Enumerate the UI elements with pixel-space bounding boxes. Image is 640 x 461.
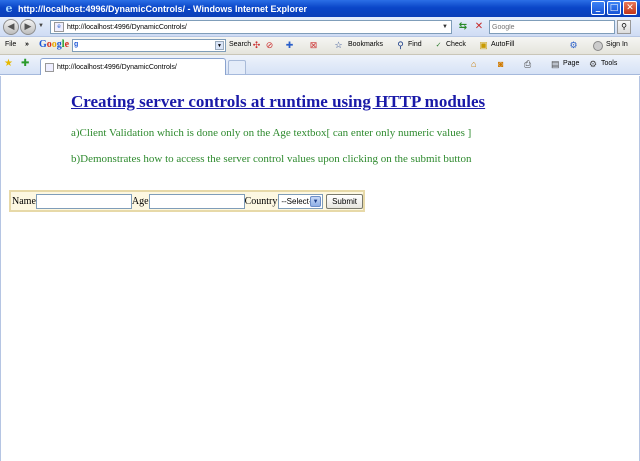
page-menu[interactable]: Page <box>563 60 579 67</box>
add-favorite-icon[interactable]: ✚ <box>21 58 29 69</box>
autofill-button[interactable]: AutoFill <box>491 41 514 48</box>
refresh-button[interactable]: ⇆ <box>456 20 470 34</box>
google-search-dropdown-icon[interactable]: ▼ <box>215 41 224 50</box>
tab-page-icon <box>45 62 54 72</box>
country-label: Country <box>244 195 278 207</box>
forward-button[interactable]: ▶ <box>20 19 36 35</box>
submit-button[interactable]: Submit <box>326 193 363 209</box>
recent-pages-dropdown-icon[interactable]: ▼ <box>38 23 44 29</box>
country-selected-value: --Select-- <box>281 196 315 206</box>
window-controls: _ □ ✕ <box>591 1 637 15</box>
address-url[interactable]: http://localhost:4996/DynamicControls/ <box>67 24 187 31</box>
google-logo: Google <box>39 39 70 50</box>
plus-icon[interactable]: ✚ <box>284 40 295 51</box>
tools-gear-icon[interactable]: ⚙ <box>589 59 597 70</box>
address-dropdown-icon[interactable]: ▼ <box>440 22 450 32</box>
google-g-button[interactable]: g <box>74 41 91 50</box>
address-bar[interactable]: e http://localhost:4996/DynamicControls/… <box>50 20 452 34</box>
address-toolbar: ◀ ▶ ▼ e http://localhost:4996/DynamicCon… <box>0 17 640 37</box>
find-button[interactable]: Find <box>408 41 422 48</box>
google-search-field[interactable]: g ▼ <box>72 39 226 52</box>
name-label: Name <box>12 195 36 207</box>
wrench-icon[interactable]: ⚙ <box>568 40 579 51</box>
page-content: Creating server controls at runtime usin… <box>0 76 640 461</box>
check-button[interactable]: Check <box>446 41 466 48</box>
page-heading: Creating server controls at runtime usin… <box>71 92 486 111</box>
news-icon[interactable]: ⊠ <box>308 40 319 51</box>
sign-in-button[interactable]: Sign In <box>606 41 628 48</box>
find-icon[interactable]: ⚲ <box>395 40 406 51</box>
description-b: b)Demonstrates how to access the server … <box>71 153 472 165</box>
page-icon-menu[interactable]: ▤ <box>551 59 560 70</box>
window-title: http://localhost:4996/DynamicControls/ -… <box>18 3 307 14</box>
search-box[interactable] <box>489 20 615 34</box>
print-icon[interactable]: ⎙ <box>524 59 531 70</box>
bookmarks-button[interactable]: Bookmarks <box>348 41 383 48</box>
sign-in-icon <box>593 41 603 51</box>
file-menu[interactable]: File <box>5 41 16 48</box>
age-label: Age <box>131 195 149 207</box>
popup-blocker-icon[interactable]: ⊘ <box>264 40 275 51</box>
tools-menu[interactable]: Tools <box>601 60 617 67</box>
search-input[interactable] <box>490 21 600 33</box>
stop-button[interactable]: ✕ <box>472 20 486 34</box>
highlight-icon[interactable]: ✣ <box>251 40 262 51</box>
age-input[interactable] <box>148 193 245 209</box>
tab-bar: ★ ✚ http://localhost:4996/DynamicControl… <box>0 55 640 75</box>
bookmark-star-icon[interactable]: ☆ <box>333 40 344 51</box>
active-tab[interactable]: http://localhost:4996/DynamicControls/ <box>40 58 226 75</box>
search-button[interactable]: Search <box>229 41 251 48</box>
favorites-star-icon[interactable]: ★ <box>4 58 13 69</box>
minimize-button[interactable]: _ <box>591 1 605 15</box>
google-toolbar: File » Google g ▼ Search ✣ ⊘ ✚ ⊠ ☆ Bookm… <box>0 37 640 55</box>
back-button[interactable]: ◀ <box>3 19 19 35</box>
home-icon[interactable]: ⌂ <box>471 59 476 69</box>
spellcheck-icon[interactable]: ✓ <box>433 40 444 51</box>
dynamic-controls-form: Name Age Country --Select-- ▼ Submit <box>9 190 365 212</box>
autofill-icon[interactable]: ▣ <box>478 40 489 51</box>
page-icon: e <box>54 22 64 32</box>
close-button[interactable]: ✕ <box>623 1 637 15</box>
feeds-icon[interactable]: ◙ <box>498 59 503 69</box>
chevron-down-icon[interactable]: ▼ <box>310 195 322 207</box>
window-title-bar: e http://localhost:4996/DynamicControls/… <box>0 0 640 17</box>
search-icon[interactable]: ⚲ <box>617 20 631 34</box>
ie-logo-icon: e <box>5 1 13 15</box>
name-input[interactable] <box>35 193 132 209</box>
chevron-icon[interactable]: » <box>25 41 29 48</box>
maximize-button[interactable]: □ <box>607 1 621 15</box>
new-tab-button[interactable] <box>228 60 246 74</box>
description-a: a)Client Validation which is done only o… <box>71 127 472 139</box>
tab-label: http://localhost:4996/DynamicControls/ <box>57 63 177 71</box>
country-select[interactable]: --Select-- ▼ <box>278 193 324 209</box>
